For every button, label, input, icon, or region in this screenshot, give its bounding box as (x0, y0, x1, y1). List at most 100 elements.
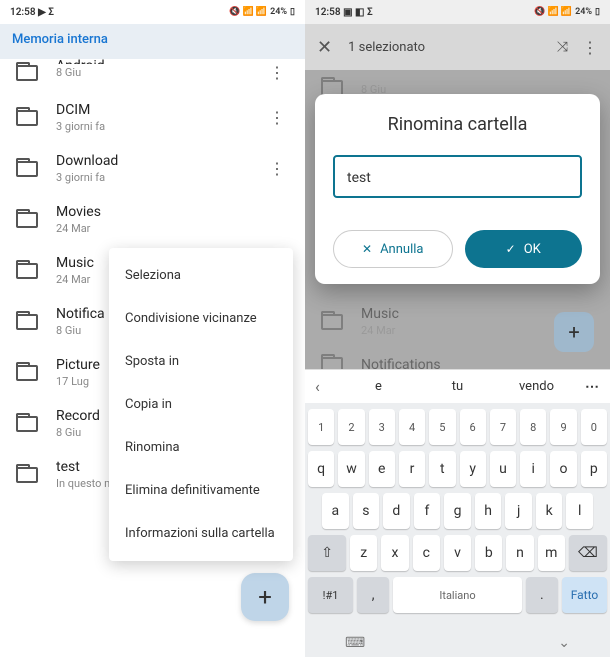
key-m[interactable]: m (538, 535, 565, 571)
keyboard-collapse-icon[interactable]: ⌄ (558, 635, 570, 651)
key-p[interactable]: p (581, 451, 607, 487)
key-4[interactable]: 4 (399, 409, 425, 445)
more-icon[interactable]: ⋮ (265, 108, 289, 127)
ok-button[interactable]: ✓OK (465, 230, 583, 268)
key-0[interactable]: 0 (581, 409, 607, 445)
menu-nearby-share[interactable]: Condivisione vicinanze (109, 297, 293, 340)
key-k[interactable]: k (536, 493, 563, 529)
folder-icon (16, 212, 38, 228)
key-3[interactable]: 3 (369, 409, 395, 445)
key-d[interactable]: d (383, 493, 410, 529)
menu-copy-to[interactable]: Copia in (109, 383, 293, 426)
statusbar: 12:58 ▶ Σ 🔇 📶 📶 24%▯ (0, 0, 305, 24)
keyboard-switcher-icon[interactable]: ⌨ (345, 635, 365, 651)
more-icon[interactable]: ⋮ (265, 159, 289, 178)
statusbar: 12:58 ▣ ◧ Σ 🔇 📶 📶 24%▯ (305, 0, 610, 24)
folder-icon (16, 65, 38, 81)
clock: 12:58 (10, 7, 36, 18)
key-done[interactable]: Fatto (562, 577, 607, 613)
key-l[interactable]: l (566, 493, 593, 529)
folder-icon (16, 314, 38, 330)
list-item[interactable]: Movies24 Mar (0, 194, 305, 245)
menu-delete[interactable]: Elimina definitivamente (109, 469, 293, 512)
key-r[interactable]: r (399, 451, 425, 487)
rename-input-wrap[interactable] (333, 155, 582, 198)
key-j[interactable]: j (505, 493, 532, 529)
add-fab[interactable]: + (554, 312, 594, 352)
suggestion[interactable]: vendo (497, 379, 576, 394)
notif-icons: ▶ Σ (38, 7, 54, 18)
list-item[interactable]: Android8 Giu ⋮ (0, 59, 305, 92)
key-row-numbers: 1 2 3 4 5 6 7 8 9 0 (308, 409, 607, 445)
key-2[interactable]: 2 (338, 409, 364, 445)
key-v[interactable]: v (444, 535, 471, 571)
key-q[interactable]: q (308, 451, 334, 487)
folder-icon (16, 416, 38, 432)
key-w[interactable]: w (338, 451, 364, 487)
key-7[interactable]: 7 (490, 409, 516, 445)
key-n[interactable]: n (506, 535, 533, 571)
key-c[interactable]: c (413, 535, 440, 571)
list-item[interactable]: DCIM3 giorni fa ⋮ (0, 92, 305, 143)
key-y[interactable]: y (460, 451, 486, 487)
battery-text: 24% (270, 7, 287, 17)
more-icon[interactable]: ⋮ (582, 38, 598, 57)
suggestion[interactable]: e (339, 379, 418, 394)
clock: 12:58 (315, 7, 341, 18)
check-icon: ✓ (506, 242, 516, 256)
key-8[interactable]: 8 (520, 409, 546, 445)
key-comma[interactable]: , (357, 577, 389, 613)
key-i[interactable]: i (520, 451, 546, 487)
key-space[interactable]: Italiano (393, 577, 522, 613)
shuffle-icon[interactable]: ⤨ (557, 39, 566, 55)
key-b[interactable]: b (475, 535, 502, 571)
suggest-back-icon[interactable]: ‹ (315, 377, 339, 396)
folder-icon (16, 110, 38, 126)
breadcrumb-header: Memoria interna (0, 24, 305, 59)
menu-select[interactable]: Seleziona (109, 254, 293, 297)
key-symbols[interactable]: !#1 (308, 577, 353, 613)
menu-rename[interactable]: Rinomina (109, 426, 293, 469)
status-icons: 🔇 📶 📶 (229, 7, 267, 17)
suggestion[interactable]: tu (418, 379, 497, 394)
add-fab[interactable]: + (241, 573, 289, 621)
storage-title[interactable]: Memoria interna (12, 32, 293, 47)
key-h[interactable]: h (475, 493, 502, 529)
folder-icon (16, 365, 38, 381)
menu-move-to[interactable]: Sposta in (109, 340, 293, 383)
key-u[interactable]: u (490, 451, 516, 487)
key-t[interactable]: t (429, 451, 455, 487)
key-period[interactable]: . (526, 577, 558, 613)
more-icon[interactable]: ⋮ (265, 63, 289, 82)
key-x[interactable]: x (381, 535, 408, 571)
folder-icon (16, 263, 38, 279)
key-e[interactable]: e (369, 451, 395, 487)
close-selection-icon[interactable]: ✕ (317, 37, 332, 58)
rename-dialog: Rinomina cartella ✕Annulla ✓OK (315, 94, 600, 284)
selection-bar: ✕ 1 selezionato ⤨ ⋮ (305, 24, 610, 70)
key-5[interactable]: 5 (429, 409, 455, 445)
cancel-button[interactable]: ✕Annulla (333, 230, 453, 268)
battery-icon: ▯ (595, 7, 600, 17)
list-item[interactable]: Download3 giorni fa ⋮ (0, 143, 305, 194)
key-9[interactable]: 9 (550, 409, 576, 445)
key-f[interactable]: f (414, 493, 441, 529)
key-backspace[interactable]: ⌫ (569, 535, 607, 571)
key-z[interactable]: z (350, 535, 377, 571)
key-a[interactable]: a (322, 493, 349, 529)
folder-icon (321, 314, 343, 330)
key-s[interactable]: s (353, 493, 380, 529)
menu-folder-info[interactable]: Informazioni sulla cartella (109, 512, 293, 555)
dialog-title: Rinomina cartella (333, 114, 582, 135)
key-shift[interactable]: ⇧ (308, 535, 346, 571)
status-icons: 🔇 📶 📶 (534, 7, 572, 17)
folder-icon (16, 467, 38, 483)
key-o[interactable]: o (550, 451, 576, 487)
key-g[interactable]: g (444, 493, 471, 529)
keyboard-suggestions: ‹ e tu vendo ⋯ (305, 369, 610, 403)
suggest-more-icon[interactable]: ⋯ (576, 379, 600, 395)
rename-input[interactable] (347, 170, 568, 186)
battery-text: 24% (575, 7, 592, 17)
key-1[interactable]: 1 (308, 409, 334, 445)
key-6[interactable]: 6 (460, 409, 486, 445)
